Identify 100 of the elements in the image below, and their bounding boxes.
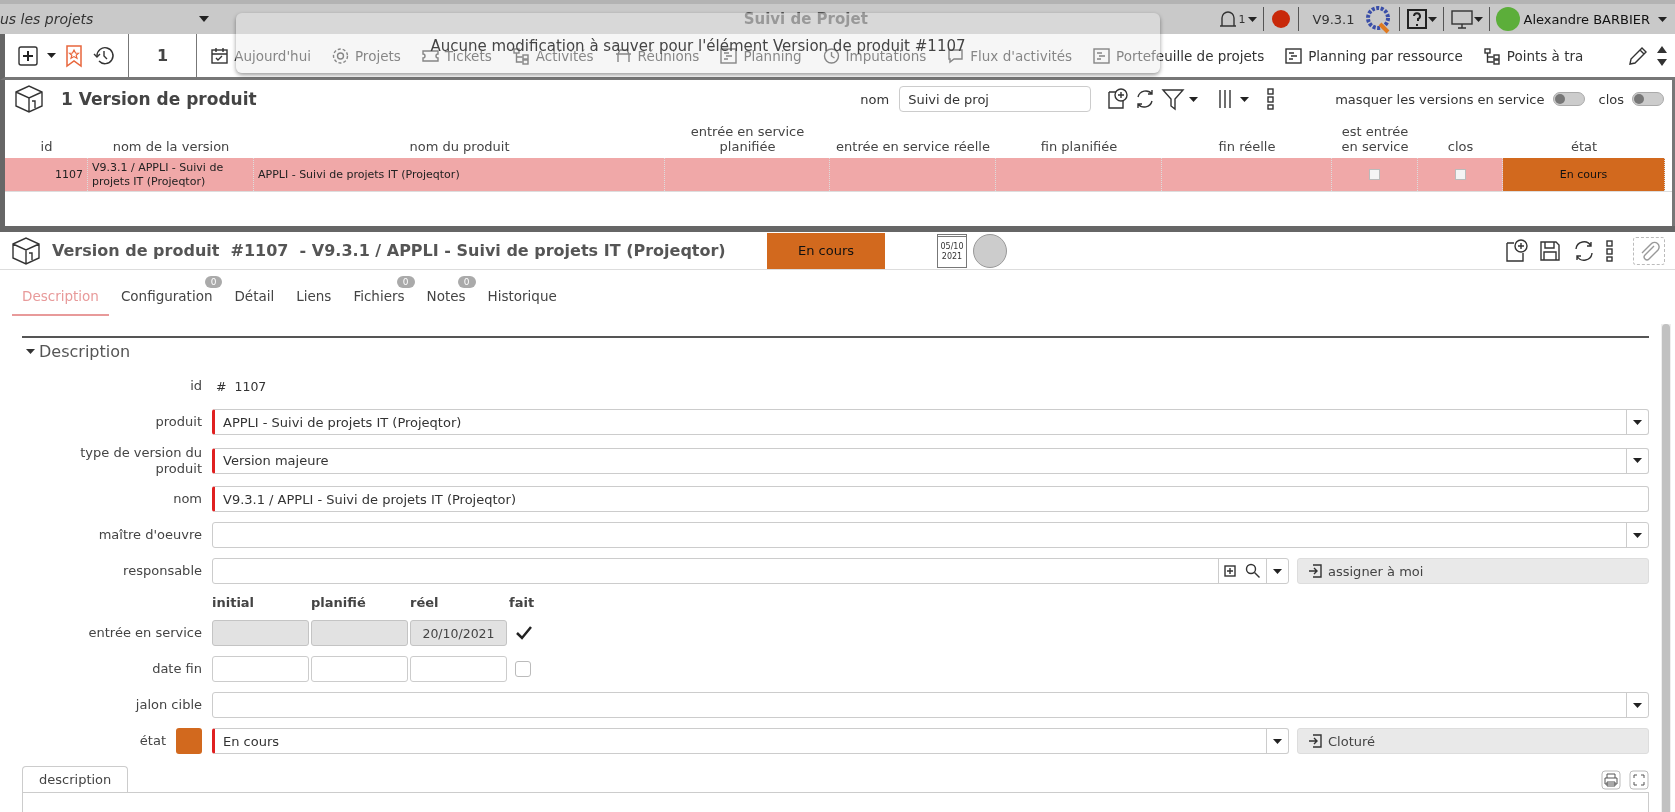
tab[interactable]: Détail <box>224 280 285 316</box>
cube-icon <box>13 83 45 115</box>
editor-tab[interactable]: description <box>22 766 129 793</box>
column-header[interactable]: état <box>1503 118 1665 158</box>
select-field[interactable]: APPLI - Suivi de projets IT (Projeqtor) <box>212 409 1649 435</box>
field-label: responsable <box>122 563 202 579</box>
column-header[interactable]: fin planifiée <box>996 118 1162 158</box>
project-selector-text: us les projets <box>0 11 94 27</box>
caret-icon[interactable] <box>1273 568 1282 574</box>
caret-icon[interactable] <box>1247 16 1257 22</box>
gear-icon <box>330 46 350 65</box>
add-icon[interactable] <box>17 44 39 67</box>
scroll-arrows-icon[interactable] <box>1657 44 1667 67</box>
column-header[interactable]: fin réelle <box>1162 118 1332 158</box>
column-header[interactable]: clos <box>1418 118 1503 158</box>
column-label: réel <box>410 594 440 610</box>
select-field[interactable]: En cours <box>212 728 1289 755</box>
column-header[interactable]: nom de la version <box>88 118 254 158</box>
caret-icon[interactable] <box>1633 458 1642 464</box>
notification-count: 1 <box>1238 12 1246 26</box>
select-field[interactable] <box>212 522 1649 549</box>
print-icon[interactable] <box>1601 770 1621 791</box>
select-field[interactable] <box>212 558 1289 585</box>
count-badge: 0 <box>396 276 415 288</box>
user-name[interactable]: Alexandre BARBIER <box>1519 11 1658 27</box>
id-value: 1107 <box>234 378 267 394</box>
field-label: id <box>189 378 202 394</box>
check-icon <box>516 626 532 641</box>
field-label: produit <box>154 414 202 430</box>
column-header[interactable]: est entrée en service <box>1332 118 1418 158</box>
toggle-switch[interactable] <box>1632 92 1664 106</box>
field-label: nom <box>172 491 202 507</box>
new-item-icon[interactable] <box>1105 87 1130 111</box>
monitor-icon[interactable] <box>1449 8 1474 30</box>
new-item-icon[interactable] <box>1503 237 1529 264</box>
column-header[interactable]: nom du produit <box>254 118 665 158</box>
date-field[interactable] <box>212 656 309 683</box>
done-checkbox[interactable] <box>515 661 531 678</box>
checkbox[interactable] <box>1454 169 1466 180</box>
toolbar-link[interactable]: Aujourd'hui <box>203 46 318 65</box>
count-badge: 0 <box>204 276 223 288</box>
column-header[interactable]: id <box>5 118 88 158</box>
column-header[interactable]: entrée en service réelle <box>830 118 996 158</box>
checkbox[interactable] <box>1369 169 1380 180</box>
caret-icon[interactable] <box>1633 419 1642 425</box>
planning-icon <box>1092 46 1112 65</box>
user-avatar <box>973 233 1007 268</box>
calendar-icon <box>210 46 230 65</box>
toggle-switch[interactable] <box>1552 92 1585 106</box>
caret-icon[interactable] <box>47 53 56 58</box>
app-title: Suivi de Projet <box>742 10 869 28</box>
more-icon[interactable] <box>1606 239 1614 262</box>
toolbar-link[interactable]: Portefeuille de projets <box>1085 46 1272 65</box>
filter-icon[interactable] <box>1161 87 1186 111</box>
cube-icon <box>10 234 42 267</box>
tab[interactable]: Liens <box>286 280 342 316</box>
toolbar-link[interactable]: Points à tra <box>1475 46 1591 65</box>
toolbar-link[interactable]: Planning par ressource <box>1277 46 1470 65</box>
table-cell: V9.3.1 / APPLI - Suivi de projets IT (Projeqtor) <box>88 158 254 191</box>
date-field[interactable] <box>311 656 408 683</box>
add-icon[interactable] <box>1223 565 1236 578</box>
field-label: état <box>139 733 166 749</box>
project-selector[interactable]: us les projets <box>0 11 215 27</box>
field-label: jalon cible <box>134 697 202 713</box>
caret-icon[interactable] <box>1633 532 1642 538</box>
select-field[interactable]: Version majeure <box>212 447 1649 474</box>
column-label: fait <box>509 594 535 610</box>
column-header[interactable]: entrée en service planifiée <box>665 118 830 158</box>
search-icon[interactable] <box>1245 563 1261 580</box>
name-filter-field[interactable]: Suivi de proj <box>899 86 1092 112</box>
save-icon[interactable] <box>1538 238 1562 263</box>
caret-icon[interactable] <box>1189 96 1199 102</box>
date-field[interactable] <box>410 656 507 683</box>
version-label: V9.3.1 <box>1311 11 1356 27</box>
more-icon[interactable] <box>1267 88 1276 110</box>
toggle-label: clos <box>1598 91 1624 107</box>
attachment-button[interactable] <box>1633 236 1665 265</box>
close-status-button[interactable]: Cloturé <box>1297 728 1649 755</box>
caret-icon[interactable] <box>1273 738 1282 744</box>
help-icon[interactable] <box>1405 8 1428 30</box>
enter-icon <box>1308 734 1322 749</box>
status-dot-icon[interactable] <box>1269 8 1292 30</box>
caret-icon[interactable] <box>1240 96 1250 102</box>
select-field[interactable] <box>212 692 1649 719</box>
section-toggle[interactable]: Description <box>26 342 131 361</box>
pencil-icon[interactable] <box>1627 44 1649 67</box>
tab[interactable]: Historique <box>477 280 567 316</box>
caret-icon[interactable] <box>1633 702 1642 708</box>
list-title: 1 Version de produit <box>61 89 258 109</box>
assign-button[interactable]: assigner à moi <box>1297 558 1649 585</box>
bookmark-star-icon[interactable] <box>64 43 84 68</box>
caret-down-icon <box>26 347 35 356</box>
input-field[interactable]: V9.3.1 / APPLI - Suivi de projets IT (Projeqtor) <box>212 486 1649 513</box>
caret-icon[interactable] <box>1473 16 1483 22</box>
date-field: 20/10/2021 <box>410 620 507 647</box>
detail-title: Version de produit #1107 - V9.3.1 / APPLI - Suivi de projets IT (Projeqtor) <box>52 241 727 260</box>
scrollbar-thumb[interactable] <box>1662 324 1670 812</box>
caret-icon[interactable] <box>1658 16 1667 22</box>
caret-icon[interactable] <box>1427 16 1437 22</box>
field-label: type de version du produit <box>79 445 202 477</box>
